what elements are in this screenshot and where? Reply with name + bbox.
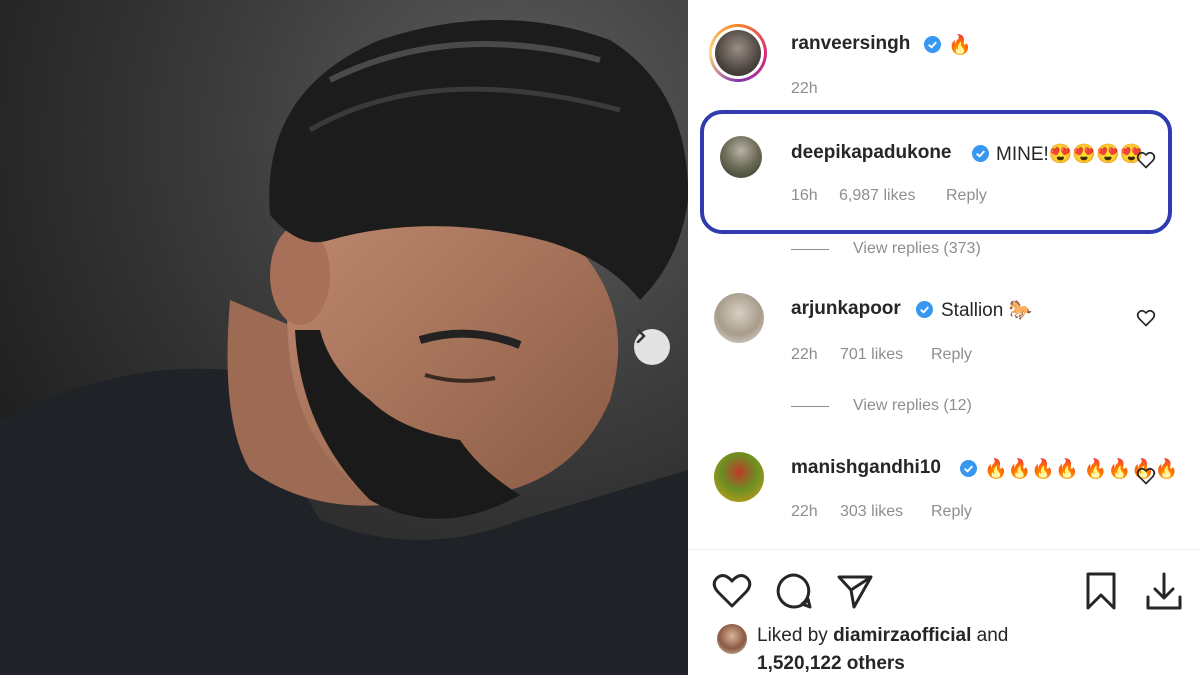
view-replies-label: View replies (12) xyxy=(853,397,972,414)
verified-icon xyxy=(924,36,941,53)
verified-icon xyxy=(960,460,977,477)
heart-icon[interactable] xyxy=(1136,466,1156,486)
comment-likes[interactable]: 303 likes xyxy=(840,503,903,521)
view-replies-button[interactable]: View replies (12) xyxy=(791,397,972,415)
liked-by-summary: Liked by diamirzaofficial and 1,520,122 … xyxy=(757,622,1008,678)
comment-text: Stallion 🐎 xyxy=(941,300,1033,321)
post-photo xyxy=(0,0,688,675)
bookmark-icon[interactable] xyxy=(1084,571,1118,611)
comment-icon[interactable] xyxy=(775,572,813,610)
liked-by-prefix: Liked by xyxy=(757,625,828,646)
caption-text: 🔥 xyxy=(948,35,972,56)
carousel-next-button[interactable] xyxy=(634,329,670,365)
actions-divider xyxy=(688,549,1200,550)
heart-icon[interactable] xyxy=(1136,308,1156,328)
avatar[interactable] xyxy=(714,293,764,343)
liked-by-and: and xyxy=(976,625,1009,646)
divider xyxy=(791,248,829,250)
highlight-annotation xyxy=(700,110,1172,234)
view-replies-button[interactable]: View replies (373) xyxy=(791,240,981,258)
reply-button[interactable]: Reply xyxy=(931,346,972,364)
download-icon[interactable] xyxy=(1145,571,1183,611)
comment-username[interactable]: arjunkapoor xyxy=(791,298,901,320)
comment-time: 22h xyxy=(791,503,818,520)
chevron-right-icon xyxy=(636,329,646,343)
likes-count[interactable]: 1,520,122 others xyxy=(757,653,905,674)
view-replies-label: View replies (373) xyxy=(853,240,981,257)
heart-icon[interactable] xyxy=(712,573,752,609)
comment-username[interactable]: manishgandhi10 xyxy=(791,457,941,479)
send-icon[interactable] xyxy=(836,572,874,610)
avatar[interactable] xyxy=(709,24,767,82)
comment-time: 22h xyxy=(791,346,818,363)
caption-time: 22h xyxy=(791,80,818,97)
avatar[interactable] xyxy=(717,624,747,654)
reply-button[interactable]: Reply xyxy=(931,503,972,521)
caption-username[interactable]: ranveersingh xyxy=(791,33,910,55)
comment-likes[interactable]: 701 likes xyxy=(840,346,903,364)
comments-panel: ranveersingh 🔥 22h deepikapadukone MINE!… xyxy=(688,0,1200,675)
divider xyxy=(791,405,829,407)
avatar[interactable] xyxy=(714,452,764,502)
post-image xyxy=(0,0,688,675)
verified-icon xyxy=(916,301,933,318)
liked-by-user[interactable]: diamirzaofficial xyxy=(833,625,971,646)
